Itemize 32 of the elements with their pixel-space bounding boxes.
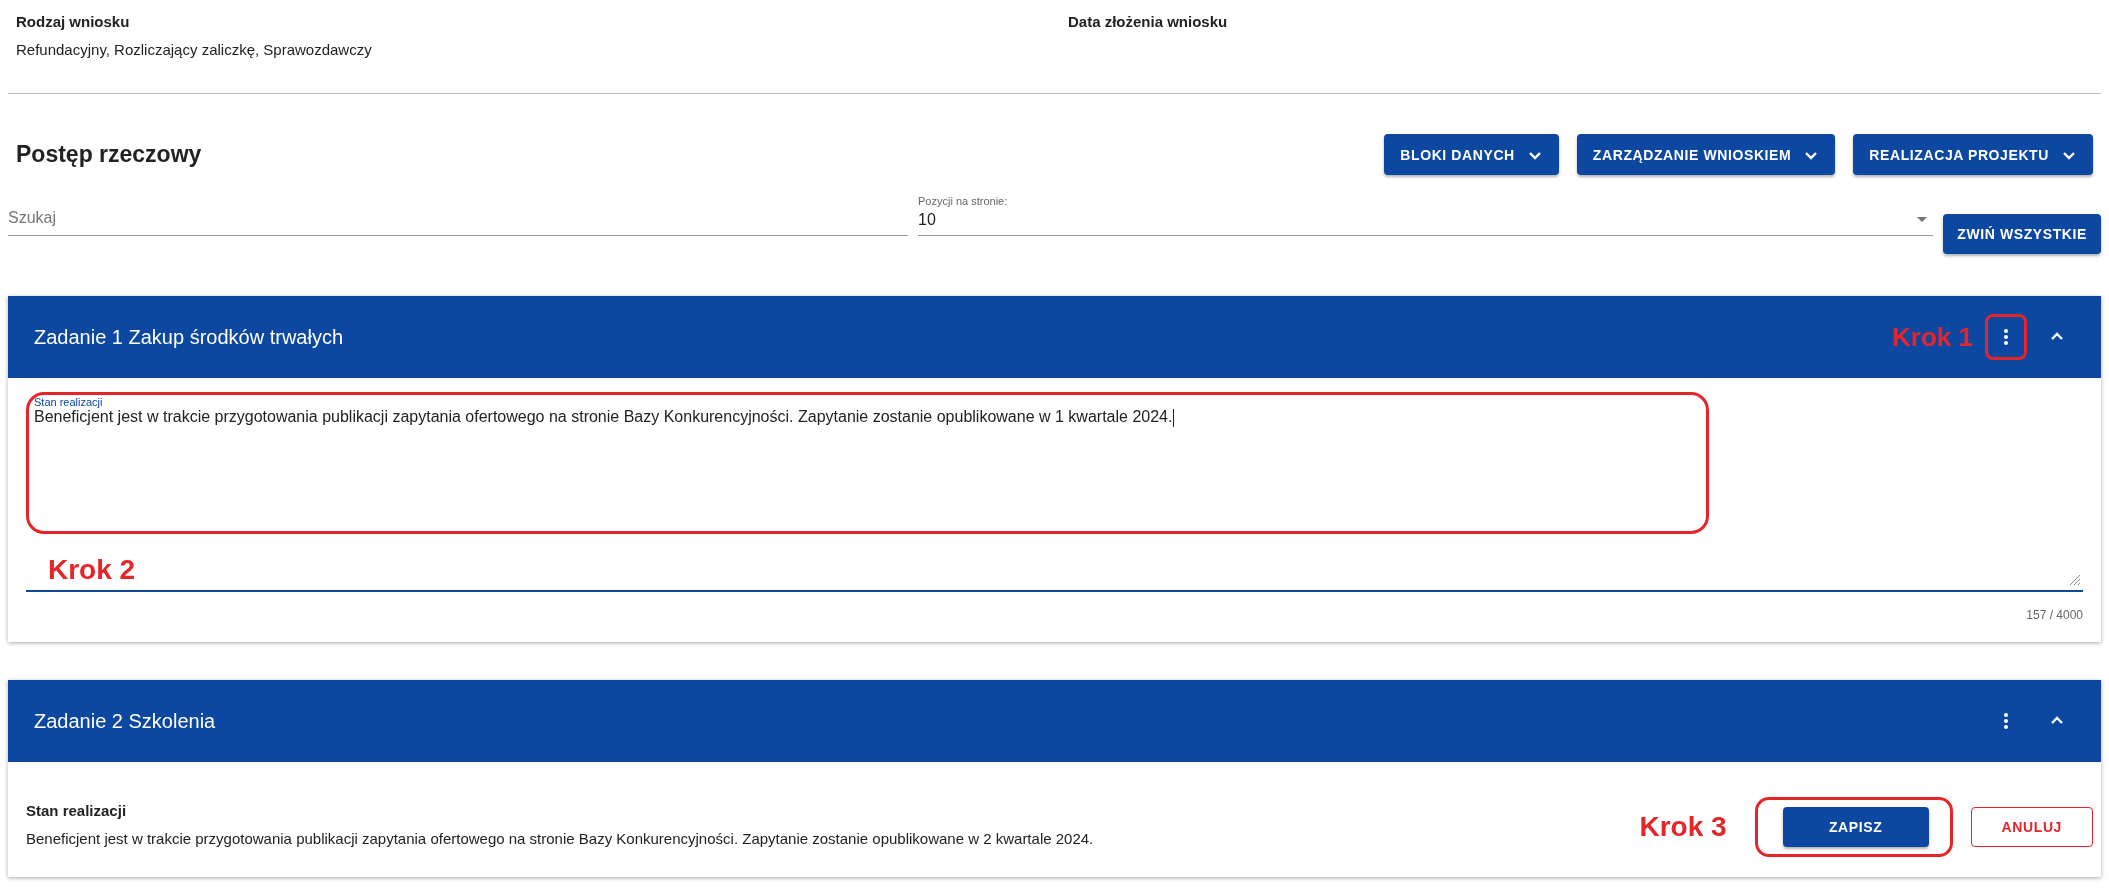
task-title: Zadanie 1 Zakup środków trwałych bbox=[34, 325, 344, 349]
field-label: Stan realizacji bbox=[34, 396, 104, 408]
resize-handle-icon bbox=[2069, 574, 2081, 586]
more-icon bbox=[2003, 328, 2009, 346]
annotation-label: Krok 1 bbox=[1892, 321, 1973, 353]
field-label: Rodzaj wniosku bbox=[16, 13, 131, 30]
field-label: Stan realizacji bbox=[26, 802, 128, 819]
field-label: Data złożenia wniosku bbox=[1068, 13, 1228, 30]
select-value: 10 bbox=[918, 211, 936, 229]
menu-button[interactable]: REALIZACJA PROJEKTU bbox=[1853, 134, 2093, 175]
section-title: Postęp rzeczowy bbox=[16, 141, 202, 168]
save-button[interactable]: ZAPISZ bbox=[1782, 807, 1929, 847]
select-label: Pozycji na stronie: bbox=[918, 195, 1009, 207]
annotation-frame bbox=[1985, 314, 2027, 360]
text-cursor bbox=[1173, 408, 1175, 427]
annotation-label: Krok 2 bbox=[48, 554, 136, 586]
field-value: Refundacyjny, Rozliczający zaliczkę, Sprawozdawczy bbox=[16, 41, 373, 58]
more-icon bbox=[2003, 712, 2009, 730]
task-title: Zadanie 2 Szkolenia bbox=[34, 709, 216, 733]
menu-button[interactable]: ZARZĄDZANIE WNIOSKIEM bbox=[1576, 134, 1836, 175]
dropdown-arrow-icon bbox=[1917, 217, 1928, 223]
collapse-all-button[interactable]: ZWIŃ WSZYSTKIE bbox=[1943, 214, 2101, 254]
character-counter: 157 / 4000 bbox=[2025, 607, 2083, 624]
annotation-label: Krok 3 bbox=[1639, 811, 1727, 843]
cancel-button[interactable]: ANULUJ bbox=[1970, 807, 2093, 847]
field-value: Beneficjent jest w trakcie przygotowania publikacji zapytania ofertowego na stronie Bazy Konkurencyjności. Zapytanie zostanie opublikowane w 1 kwartale 2024. bbox=[34, 408, 1173, 425]
menu-button[interactable]: BLOKI DANYCH bbox=[1384, 134, 1559, 175]
text-area-field[interactable]: Stan realizacji Beneficjent jest w trakcie przygotowania publikacji zapytania ofertowego na stronie Bazy Konkurencyjności. Zapytanie zostanie opublikowane w 1 kwartale 2024. bbox=[26, 392, 2083, 534]
task-header[interactable]: Zadanie 1 Zakup środków trwałych Krok 1 bbox=[8, 296, 2101, 378]
page-size-select[interactable]: Pozycji na stronie: 10 bbox=[918, 195, 1934, 236]
field-value: Beneficjent jest w trakcie przygotowania publikacji zapytania ofertowego na stronie Bazy Konkurencyjności. Zapytanie zostanie opublikowane w 2 kwartale 2024. bbox=[26, 830, 1094, 847]
task-header[interactable]: Zadanie 2 Szkolenia bbox=[8, 680, 2101, 762]
